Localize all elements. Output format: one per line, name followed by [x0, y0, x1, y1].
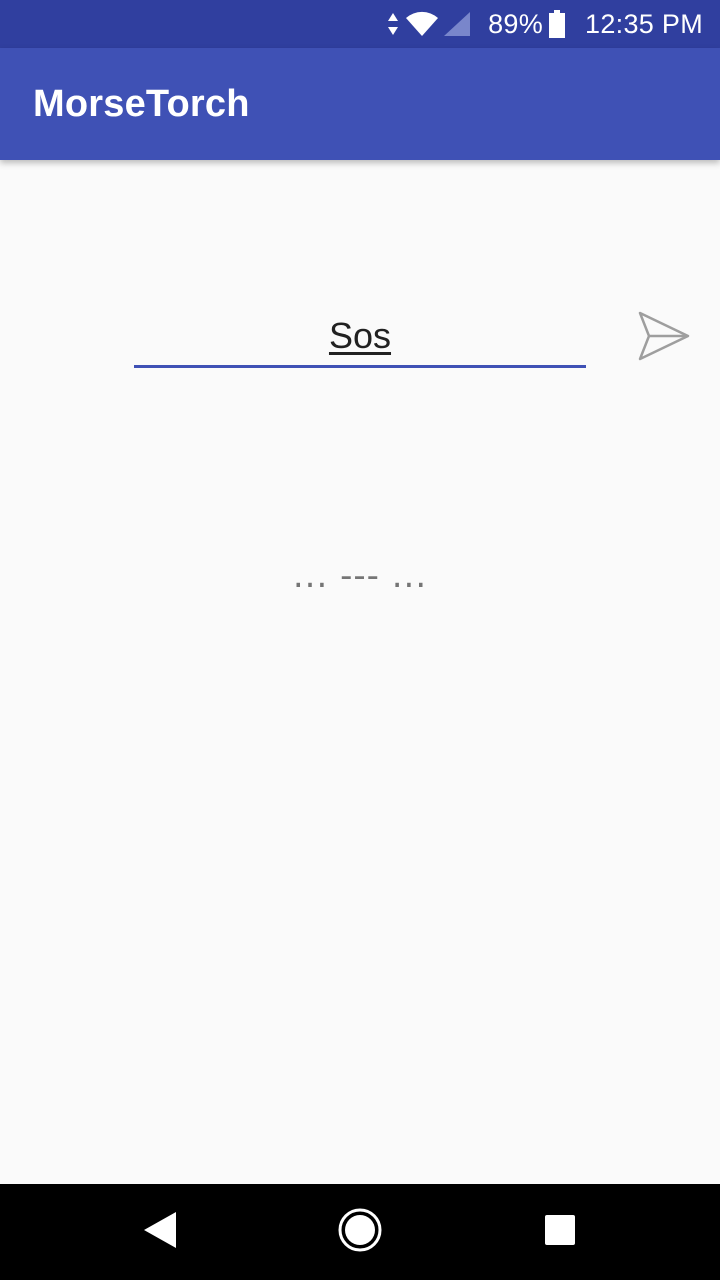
battery-icon — [549, 10, 566, 38]
navigation-bar — [0, 1184, 720, 1280]
nav-back-button[interactable] — [120, 1202, 200, 1262]
message-input-container — [134, 300, 586, 368]
nav-home-button[interactable] — [320, 1202, 400, 1262]
back-icon — [142, 1210, 178, 1255]
recents-icon — [544, 1214, 576, 1251]
status-bar: 89% 12:35 PM — [0, 0, 720, 48]
home-icon — [337, 1207, 383, 1258]
nav-recents-button[interactable] — [520, 1202, 600, 1262]
cell-signal-icon — [442, 10, 472, 38]
wifi-icon — [404, 10, 440, 38]
data-arrows-icon — [386, 11, 400, 37]
status-clock: 12:35 PM — [585, 8, 703, 39]
screen: 89% 12:35 PM MorseTorch ... --- ... — [0, 0, 720, 1280]
message-input[interactable] — [134, 300, 586, 368]
send-button[interactable] — [630, 306, 698, 368]
send-icon — [637, 310, 691, 365]
app-title: MorseTorch — [33, 82, 250, 125]
app-bar: MorseTorch — [0, 48, 720, 160]
battery-percentage: 89% — [488, 8, 544, 39]
morse-output: ... --- ... — [292, 556, 428, 596]
